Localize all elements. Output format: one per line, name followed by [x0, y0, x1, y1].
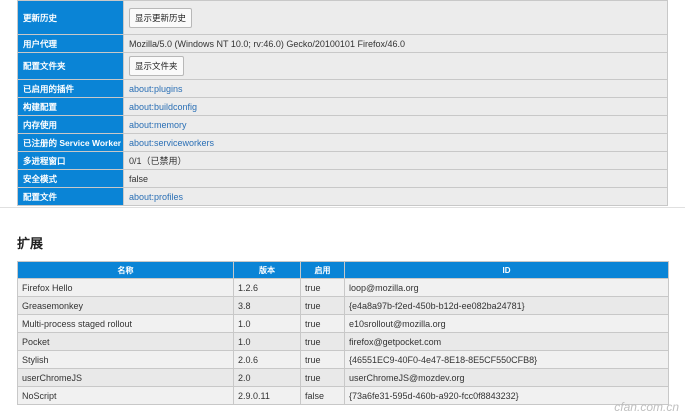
extension-name: Multi-process staged rollout — [17, 314, 234, 333]
column-header-id: ID — [344, 261, 669, 279]
extension-enabled: true — [300, 296, 345, 315]
kv-value: about:plugins — [123, 79, 668, 98]
kv-row-multiprocess: 多进程窗口 0/1（已禁用） — [17, 151, 668, 170]
extension-enabled: true — [300, 350, 345, 369]
extension-id: {e4a8a97b-f2ed-450b-b12d-ee082ba24781} — [344, 296, 669, 315]
kv-row-safe-mode: 安全模式 false — [17, 169, 668, 188]
extension-enabled: true — [300, 368, 345, 387]
extension-name: Greasemonkey — [17, 296, 234, 315]
kv-row-update-history: 更新历史 显示更新历史 — [17, 0, 668, 35]
extension-enabled: false — [300, 386, 345, 405]
show-folder-button[interactable]: 显示文件夹 — [129, 56, 184, 76]
kv-row-memory: 内存使用 about:memory — [17, 115, 668, 134]
kv-value: 显示文件夹 — [123, 52, 668, 80]
extension-version: 1.0 — [233, 314, 301, 333]
extension-id: {46551EC9-40F0-4e47-8E18-8E5CF550CFB8} — [344, 350, 669, 369]
kv-row-user-agent: 用户代理 Mozilla/5.0 (Windows NT 10.0; rv:46… — [17, 34, 668, 53]
column-header-version: 版本 — [233, 261, 301, 279]
kv-row-build-config: 构建配置 about:buildconfig — [17, 97, 668, 116]
user-agent-value: Mozilla/5.0 (Windows NT 10.0; rv:46.0) G… — [123, 34, 668, 53]
extension-id: e10srollout@mozilla.org — [344, 314, 669, 333]
column-header-name: 名称 — [17, 261, 234, 279]
extension-version: 2.0.6 — [233, 350, 301, 369]
kv-label: 用户代理 — [17, 34, 124, 53]
table-row: NoScript 2.9.0.11 false {73a6fe31-595d-4… — [17, 386, 669, 405]
safe-mode-value: false — [123, 169, 668, 188]
extension-version: 1.0 — [233, 332, 301, 351]
table-row: Firefox Hello 1.2.6 true loop@mozilla.or… — [17, 278, 669, 297]
kv-label: 配置文件夹 — [17, 52, 124, 80]
table-header-row: 名称 版本 启用 ID — [17, 261, 669, 279]
multiprocess-value: 0/1（已禁用） — [123, 151, 668, 170]
extension-name: userChromeJS — [17, 368, 234, 387]
kv-label: 配置文件 — [17, 187, 124, 206]
kv-row-service-workers: 已注册的 Service Worker about:serviceworkers — [17, 133, 668, 152]
application-basics-table: 更新历史 显示更新历史 用户代理 Mozilla/5.0 (Windows NT… — [17, 0, 668, 206]
extension-version: 2.9.0.11 — [233, 386, 301, 405]
kv-label: 已注册的 Service Worker — [17, 133, 124, 152]
table-row: Stylish 2.0.6 true {46551EC9-40F0-4e47-8… — [17, 350, 669, 369]
kv-value: 显示更新历史 — [123, 0, 668, 35]
table-row: Multi-process staged rollout 1.0 true e1… — [17, 314, 669, 333]
kv-row-profiles: 配置文件 about:profiles — [17, 187, 668, 206]
section-divider — [0, 207, 685, 208]
extensions-heading: 扩展 — [17, 236, 44, 251]
extension-id: firefox@getpocket.com — [344, 332, 669, 351]
table-row: userChromeJS 2.0 true userChromeJS@mozde… — [17, 368, 669, 387]
extension-name: Stylish — [17, 350, 234, 369]
about-buildconfig-link[interactable]: about:buildconfig — [129, 102, 197, 112]
extension-enabled: true — [300, 314, 345, 333]
kv-label: 内存使用 — [17, 115, 124, 134]
extension-id: userChromeJS@mozdev.org — [344, 368, 669, 387]
column-header-enabled: 启用 — [300, 261, 345, 279]
table-row: Pocket 1.0 true firefox@getpocket.com — [17, 332, 669, 351]
extension-version: 2.0 — [233, 368, 301, 387]
kv-label: 已启用的插件 — [17, 79, 124, 98]
extension-name: Firefox Hello — [17, 278, 234, 297]
about-serviceworkers-link[interactable]: about:serviceworkers — [129, 138, 214, 148]
kv-value: about:buildconfig — [123, 97, 668, 116]
about-plugins-link[interactable]: about:plugins — [129, 84, 183, 94]
extensions-table: 名称 版本 启用 ID Firefox Hello 1.2.6 true loo… — [17, 261, 669, 405]
table-row: Greasemonkey 3.8 true {e4a8a97b-f2ed-450… — [17, 296, 669, 315]
kv-label: 更新历史 — [17, 0, 124, 35]
kv-value: about:profiles — [123, 187, 668, 206]
kv-row-plugins: 已启用的插件 about:plugins — [17, 79, 668, 98]
kv-label: 安全模式 — [17, 169, 124, 188]
about-profiles-link[interactable]: about:profiles — [129, 192, 183, 202]
extension-enabled: true — [300, 278, 345, 297]
extension-version: 1.2.6 — [233, 278, 301, 297]
extension-name: Pocket — [17, 332, 234, 351]
extension-name: NoScript — [17, 386, 234, 405]
extension-version: 3.8 — [233, 296, 301, 315]
kv-value: about:memory — [123, 115, 668, 134]
about-memory-link[interactable]: about:memory — [129, 120, 187, 130]
show-update-history-button[interactable]: 显示更新历史 — [129, 7, 193, 28]
kv-value: about:serviceworkers — [123, 133, 668, 152]
extension-enabled: true — [300, 332, 345, 351]
extension-id: loop@mozilla.org — [344, 278, 669, 297]
kv-label: 构建配置 — [17, 97, 124, 116]
watermark-logo: cfan.com.cn — [614, 400, 679, 414]
kv-row-profile-folder: 配置文件夹 显示文件夹 — [17, 52, 668, 80]
kv-label: 多进程窗口 — [17, 151, 124, 170]
